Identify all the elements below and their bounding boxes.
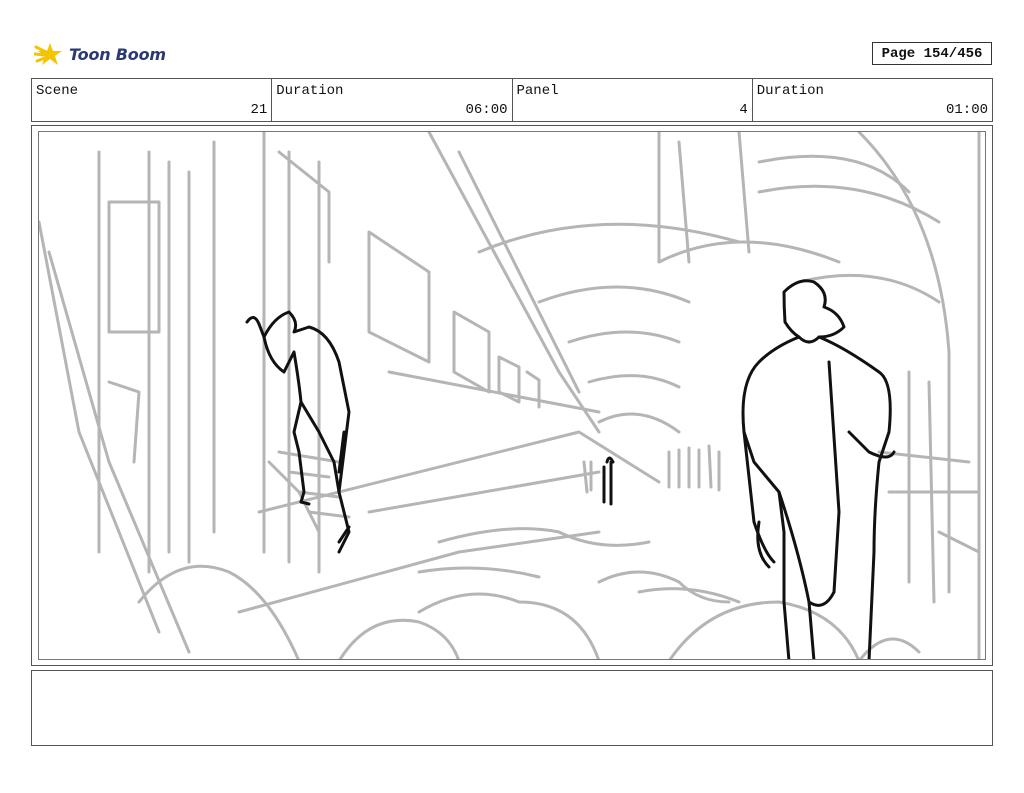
panel-label: Panel — [516, 83, 559, 99]
panel-value: 4 — [739, 102, 748, 118]
scene-value: 21 — [250, 102, 268, 118]
scene-cell: Scene 21 — [32, 79, 273, 121]
panel-notes[interactable] — [31, 670, 993, 746]
scene-duration-label: Duration — [276, 83, 344, 99]
panel-image — [38, 131, 986, 660]
page-indicator: Page 154/456 — [872, 42, 992, 65]
info-table: Scene 21 Duration 06:00 Panel 4 Duration… — [31, 78, 993, 122]
storyboard-sketch — [39, 132, 981, 659]
toon-boom-logo: Toon Boom — [34, 38, 166, 70]
scene-duration-cell: Duration 06:00 — [272, 79, 513, 121]
panel-duration-value: 01:00 — [945, 102, 988, 118]
panel-duration-label: Duration — [756, 83, 824, 99]
panel-duration-cell: Duration 01:00 — [753, 79, 992, 121]
panel-frame — [31, 125, 993, 666]
logo-text: Toon Boom — [69, 44, 166, 64]
scene-duration-value: 06:00 — [465, 102, 508, 118]
scene-label: Scene — [36, 83, 79, 99]
toon-boom-star-icon — [34, 43, 62, 65]
panel-cell: Panel 4 — [513, 79, 753, 121]
